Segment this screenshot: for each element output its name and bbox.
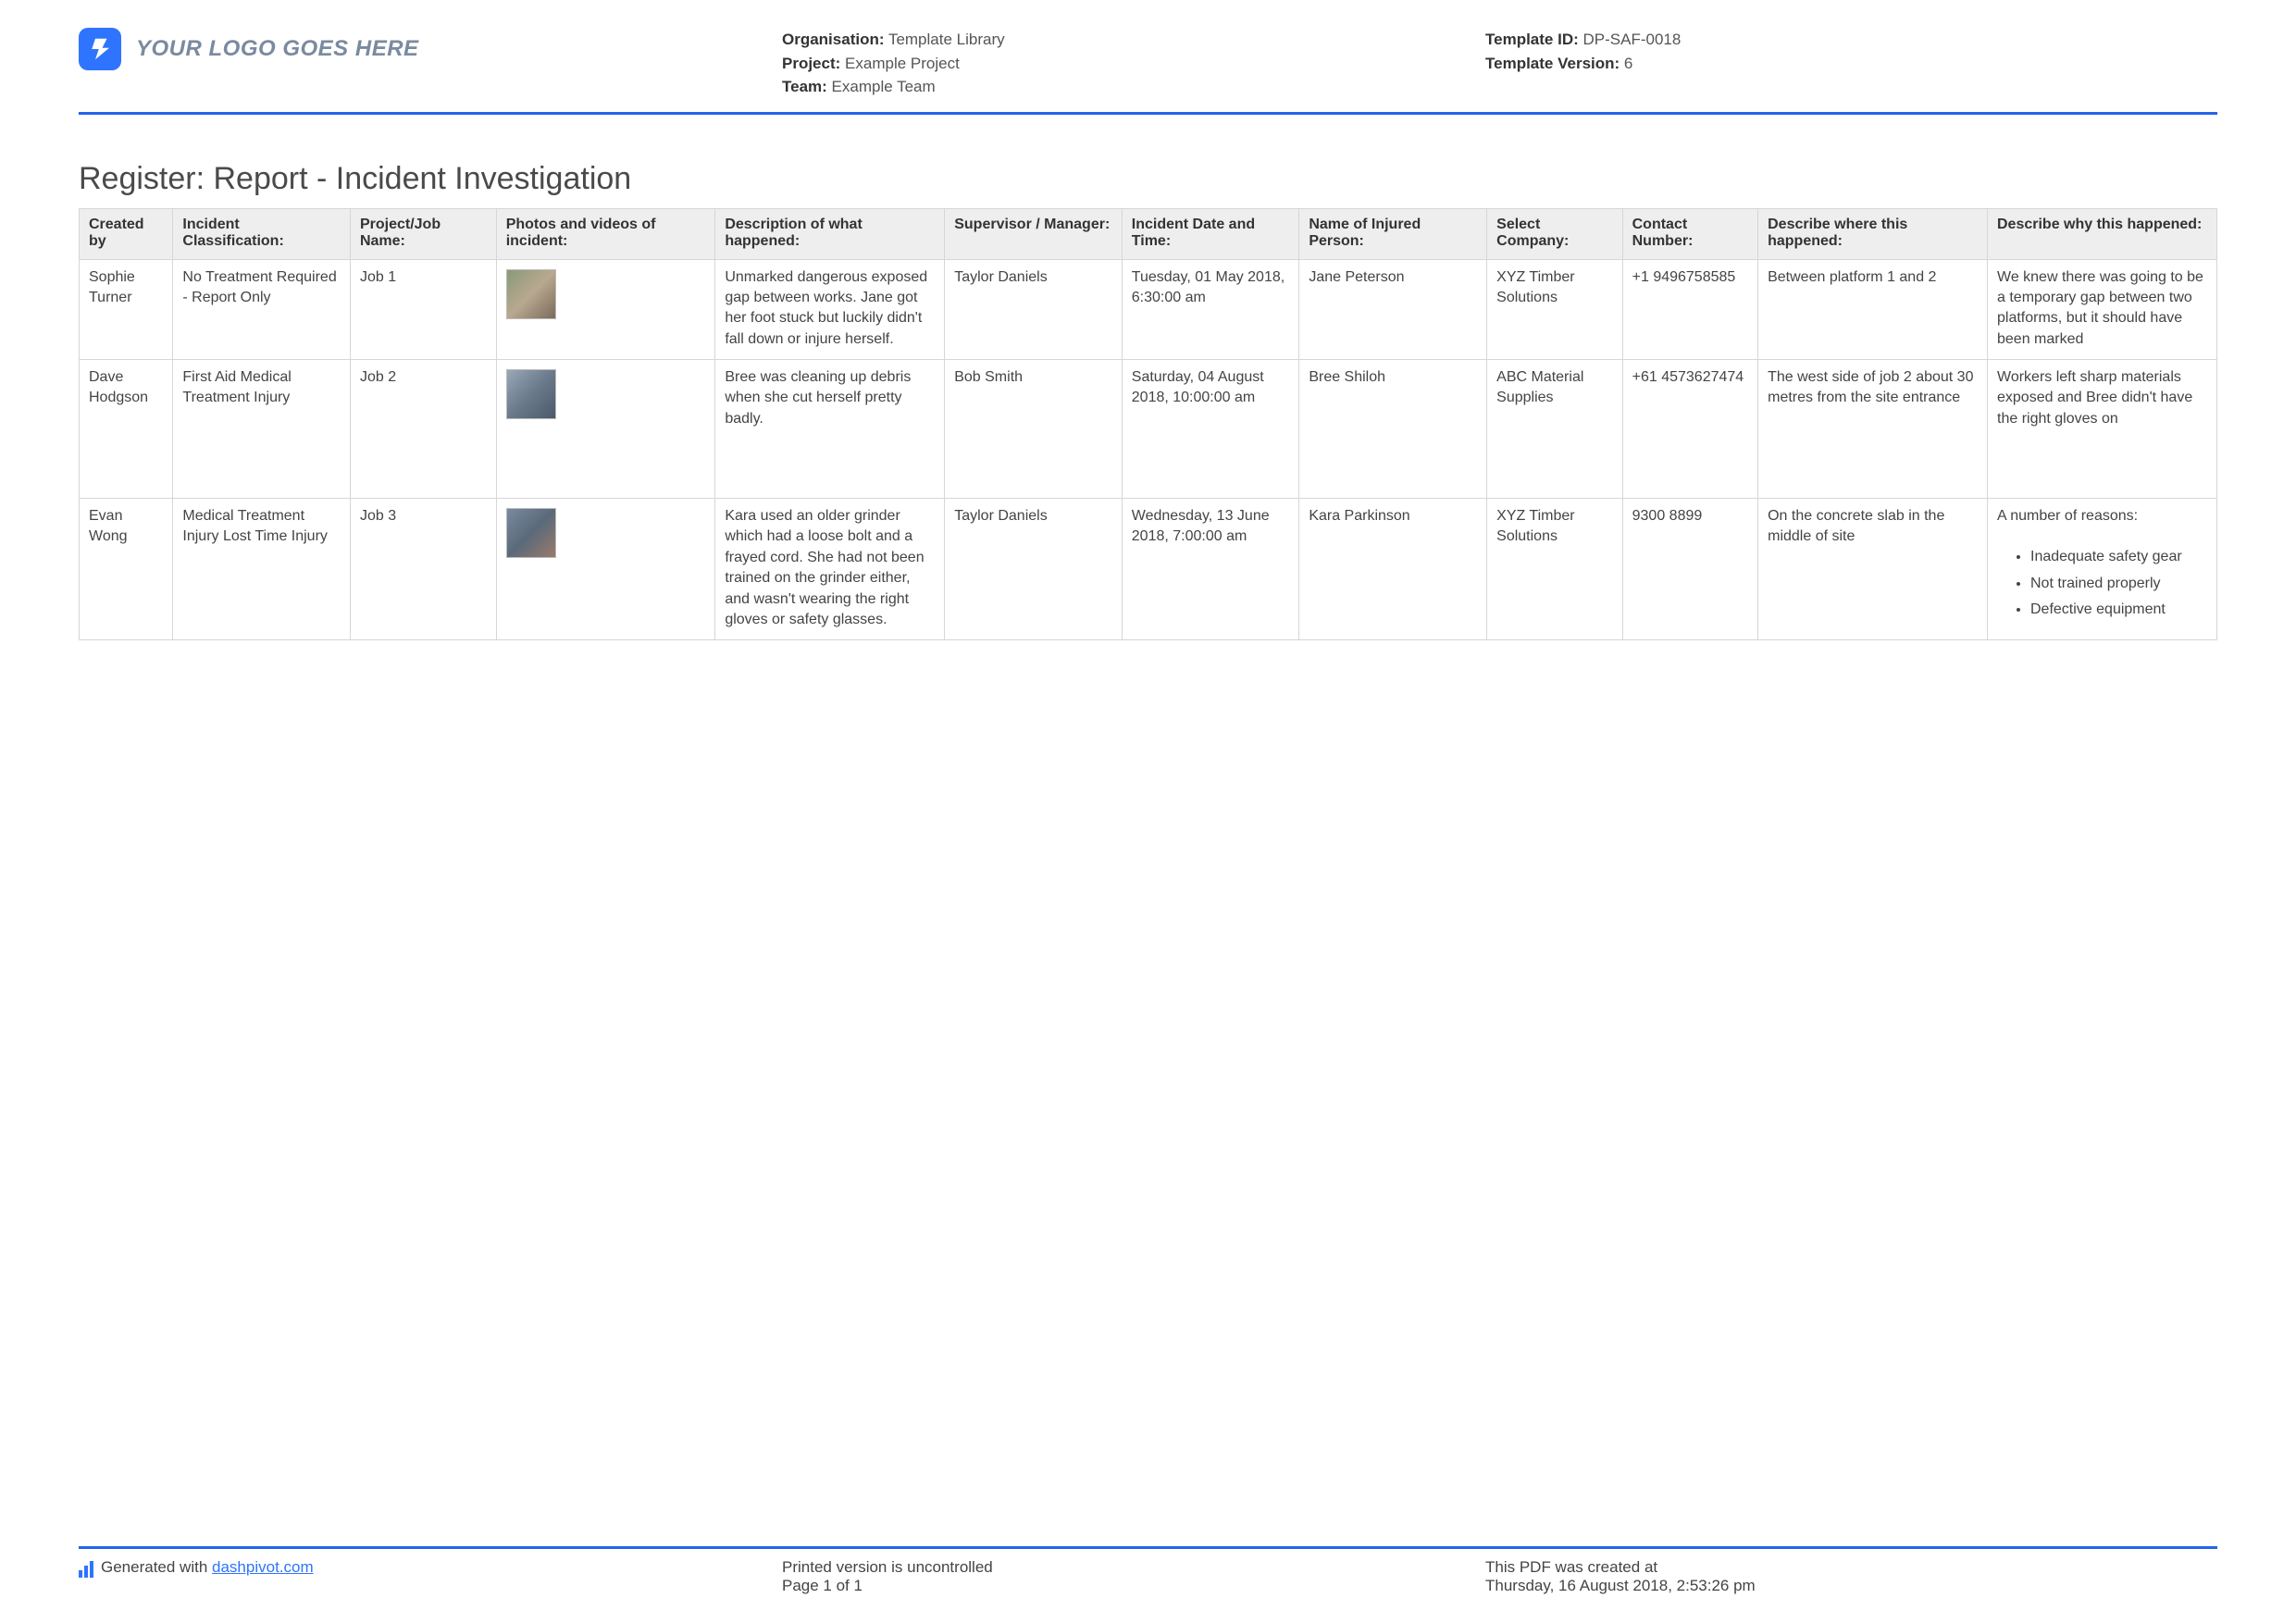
dashpivot-link[interactable]: dashpivot.com [212, 1558, 314, 1576]
header-meta-right: Template ID: DP-SAF-0018 Template Versio… [1485, 28, 2217, 75]
cell-contact: +1 9496758585 [1622, 259, 1757, 360]
page-title: Register: Report - Incident Investigatio… [79, 161, 2217, 197]
incident-photo-thumbnail [506, 369, 556, 419]
table-row: Sophie Turner No Treatment Required - Re… [80, 259, 2217, 360]
team-label: Team: [782, 78, 827, 95]
team-value: Example Team [832, 78, 936, 95]
template-id-label: Template ID: [1485, 31, 1579, 48]
cell-injured: Kara Parkinson [1299, 499, 1487, 640]
dashpivot-icon [79, 1561, 93, 1578]
cell-contact: 9300 8899 [1622, 499, 1757, 640]
why-reason: Not trained properly [2030, 574, 2207, 594]
cell-injured: Bree Shiloh [1299, 360, 1487, 499]
cell-company: XYZ Timber Solutions [1487, 259, 1622, 360]
incident-photo-thumbnail [506, 269, 556, 319]
cell-why: A number of reasons: Inadequate safety g… [1988, 499, 2217, 640]
col-classification: Incident Classification: [173, 208, 351, 259]
col-contact: Contact Number: [1622, 208, 1757, 259]
cell-where: On the concrete slab in the middle of si… [1758, 499, 1988, 640]
cell-supervisor: Bob Smith [945, 360, 1123, 499]
table-header-row: Created by Incident Classification: Proj… [80, 208, 2217, 259]
register-table: Created by Incident Classification: Proj… [79, 208, 2217, 641]
cell-injured: Jane Peterson [1299, 259, 1487, 360]
col-company: Select Company: [1487, 208, 1622, 259]
cell-photos [496, 499, 715, 640]
cell-description: Unmarked dangerous exposed gap between w… [715, 259, 945, 360]
why-reason: Defective equipment [2030, 600, 2207, 620]
cell-why: We knew there was going to be a temporar… [1988, 259, 2217, 360]
org-label: Organisation: [782, 31, 885, 48]
page-header: YOUR LOGO GOES HERE Organisation: Templa… [79, 28, 2217, 115]
cell-company: ABC Material Supplies [1487, 360, 1622, 499]
why-reasons-list: Inadequate safety gear Not trained prope… [2030, 547, 2207, 620]
incident-photo-thumbnail [506, 508, 556, 558]
cell-supervisor: Taylor Daniels [945, 499, 1123, 640]
cell-datetime: Saturday, 04 August 2018, 10:00:00 am [1122, 360, 1299, 499]
footer-created-label: This PDF was created at [1485, 1558, 2217, 1577]
why-intro: A number of reasons: [1997, 508, 2138, 524]
cell-created-by: Sophie Turner [80, 259, 173, 360]
project-value: Example Project [845, 55, 960, 72]
cell-contact: +61 4573627474 [1622, 360, 1757, 499]
page-footer: Generated with dashpivot.com Printed ver… [79, 1546, 2217, 1595]
cell-description: Bree was cleaning up debris when she cut… [715, 360, 945, 499]
col-where: Describe where this happened: [1758, 208, 1988, 259]
generated-with-label: Generated with [101, 1558, 212, 1576]
cell-classification: First Aid Medical Treatment Injury [173, 360, 351, 499]
cell-classification: No Treatment Required - Report Only [173, 259, 351, 360]
why-reason: Inadequate safety gear [2030, 547, 2207, 567]
cell-photos [496, 360, 715, 499]
org-value: Template Library [888, 31, 1005, 48]
col-description: Description of what happened: [715, 208, 945, 259]
cell-job: Job 3 [350, 499, 496, 640]
cell-photos [496, 259, 715, 360]
cell-job: Job 1 [350, 259, 496, 360]
col-job-name: Project/Job Name: [350, 208, 496, 259]
col-supervisor: Supervisor / Manager: [945, 208, 1123, 259]
cell-job: Job 2 [350, 360, 496, 499]
cell-created-by: Evan Wong [80, 499, 173, 640]
cell-why: Workers left sharp materials exposed and… [1988, 360, 2217, 499]
logo-placeholder-text: YOUR LOGO GOES HERE [136, 36, 419, 62]
project-label: Project: [782, 55, 840, 72]
footer-page-number: Page 1 of 1 [782, 1577, 1485, 1595]
cell-created-by: Dave Hodgson [80, 360, 173, 499]
header-meta-left: Organisation: Template Library Project: … [782, 28, 1485, 99]
cell-classification: Medical Treatment Injury Lost Time Injur… [173, 499, 351, 640]
cell-description: Kara used an older grinder which had a l… [715, 499, 945, 640]
col-datetime: Incident Date and Time: [1122, 208, 1299, 259]
brand-logo-icon [79, 28, 121, 70]
footer-created-date: Thursday, 16 August 2018, 2:53:26 pm [1485, 1577, 2217, 1595]
template-version-value: 6 [1624, 55, 1632, 72]
cell-where: The west side of job 2 about 30 metres f… [1758, 360, 1988, 499]
table-row: Evan Wong Medical Treatment Injury Lost … [80, 499, 2217, 640]
footer-uncontrolled: Printed version is uncontrolled [782, 1558, 1485, 1577]
col-why: Describe why this happened: [1988, 208, 2217, 259]
col-injured: Name of Injured Person: [1299, 208, 1487, 259]
cell-where: Between platform 1 and 2 [1758, 259, 1988, 360]
col-photos: Photos and videos of incident: [496, 208, 715, 259]
template-version-label: Template Version: [1485, 55, 1620, 72]
col-created-by: Created by [80, 208, 173, 259]
template-id-value: DP-SAF-0018 [1583, 31, 1682, 48]
cell-datetime: Wednesday, 13 June 2018, 7:00:00 am [1122, 499, 1299, 640]
cell-company: XYZ Timber Solutions [1487, 499, 1622, 640]
table-row: Dave Hodgson First Aid Medical Treatment… [80, 360, 2217, 499]
cell-datetime: Tuesday, 01 May 2018, 6:30:00 am [1122, 259, 1299, 360]
cell-supervisor: Taylor Daniels [945, 259, 1123, 360]
